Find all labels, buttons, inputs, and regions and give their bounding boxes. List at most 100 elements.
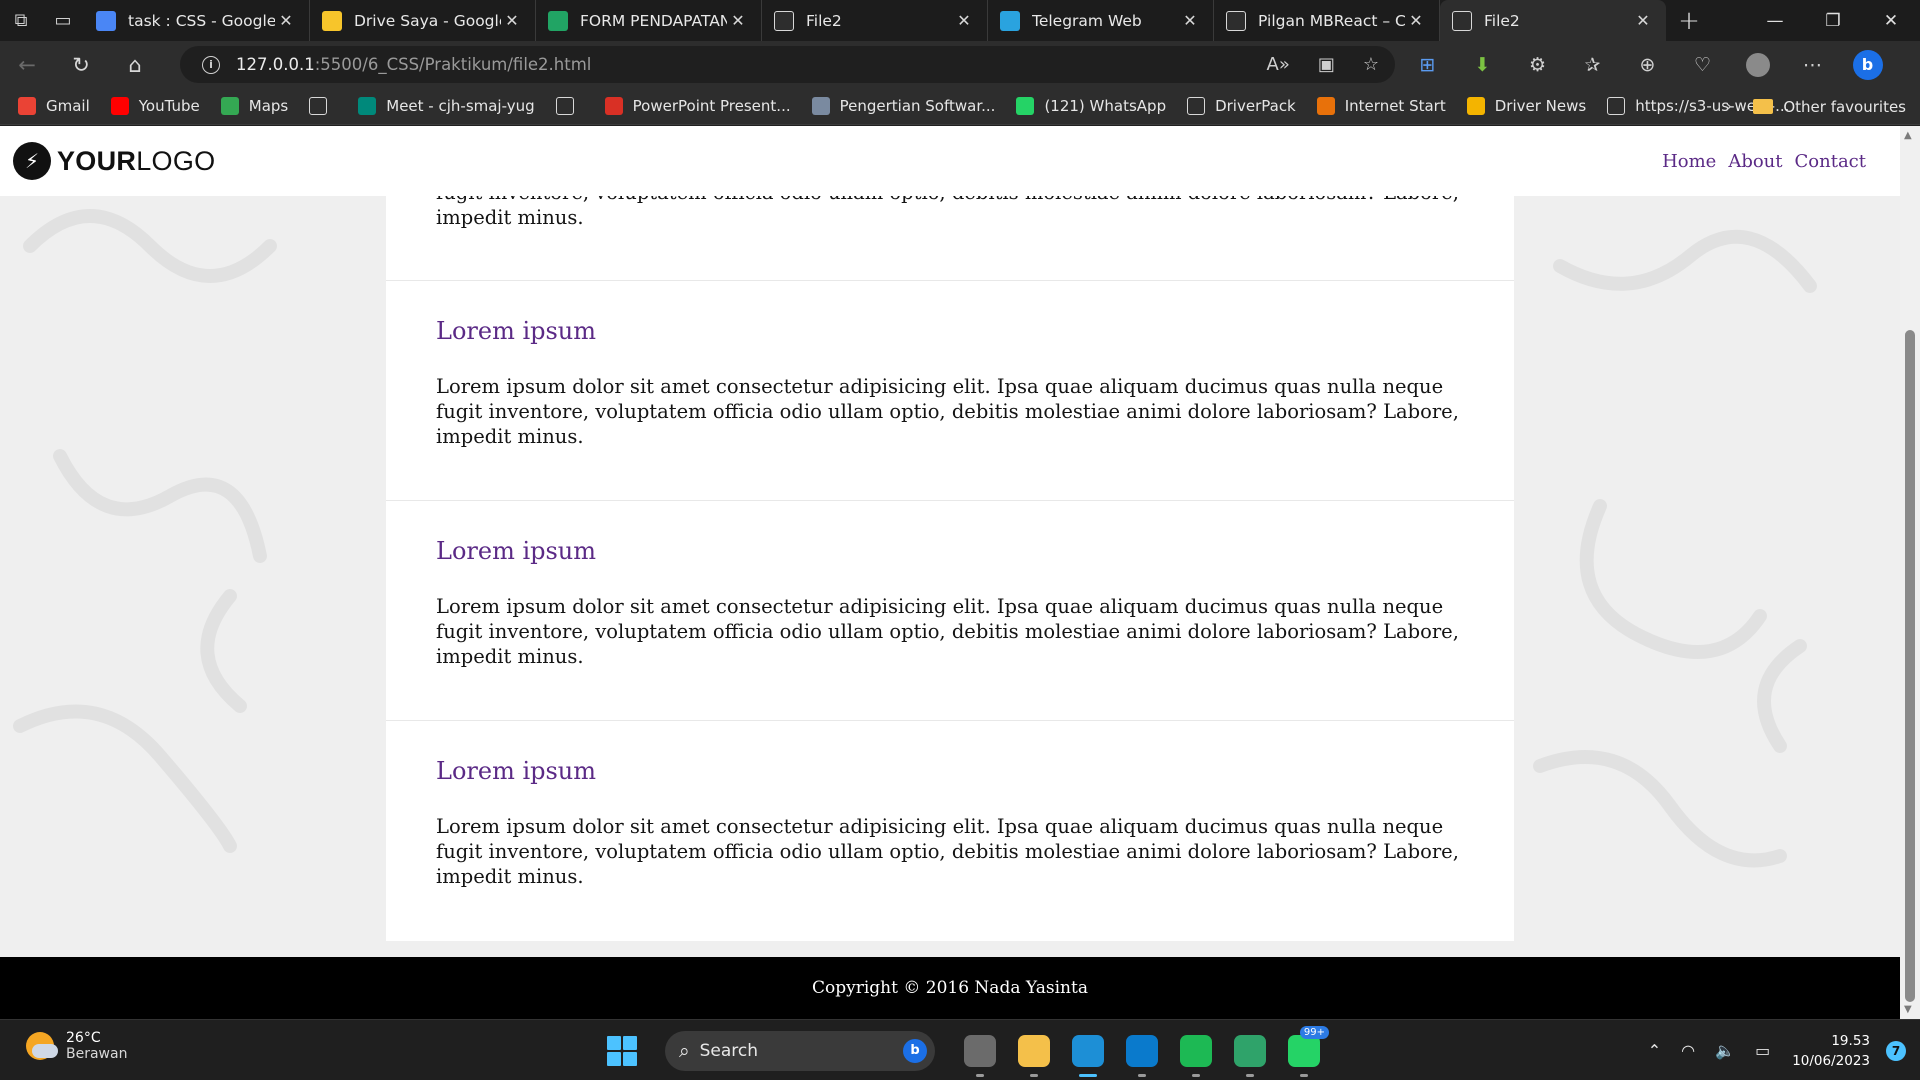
favorite-item[interactable]: Maps <box>220 97 289 115</box>
collections-icon[interactable]: ⊕ <box>1620 41 1675 88</box>
extensions-icon[interactable]: ⚙ <box>1510 41 1565 88</box>
chevron-right-icon[interactable]: › <box>1725 88 1732 125</box>
favorite-item[interactable]: PowerPoint Present... <box>604 97 791 115</box>
site-logo[interactable]: ⚡ YOURLOGO <box>13 142 215 180</box>
favorite-label: Gmail <box>46 97 90 115</box>
close-tab-icon[interactable]: ✕ <box>727 11 749 30</box>
restore-icon[interactable]: ❐ <box>1804 0 1862 41</box>
favorite-item[interactable]: Meet - cjh-smaj-yug <box>358 97 535 115</box>
browser-tab[interactable]: File2 ✕ <box>762 0 988 41</box>
youtube-icon <box>110 97 129 115</box>
page-scrollbar[interactable]: ▲ ▼ <box>1900 126 1920 1019</box>
site-info-icon[interactable]: i <box>202 55 220 74</box>
close-tab-icon[interactable]: ✕ <box>953 11 975 30</box>
article-body: Lorem ipsum dolor sit amet consectetur a… <box>436 375 1459 448</box>
favorite-label: Maps <box>248 97 289 115</box>
vscode-icon <box>1126 1034 1158 1067</box>
taskbar-app[interactable]: 99+ <box>1277 1020 1331 1080</box>
start-icon[interactable] <box>607 1035 637 1066</box>
close-window-icon[interactable]: ✕ <box>1862 0 1920 41</box>
browser-essentials-icon[interactable]: ♡ <box>1675 41 1730 88</box>
favorite-item[interactable]: Pengertian Softwar... <box>811 97 995 115</box>
nav-link-home[interactable]: Home <box>1662 151 1716 172</box>
bing-icon[interactable]: b <box>903 1038 927 1063</box>
url-text[interactable]: 127.0.0.1:5500/6_CSS/Praktikum/file2.htm… <box>236 55 591 74</box>
clock[interactable]: 19.53 10/06/2023 <box>1792 1031 1870 1071</box>
more-options-icon[interactable]: ⋯ <box>1785 41 1840 88</box>
taskbar-app[interactable] <box>1169 1020 1223 1080</box>
volume-icon[interactable]: 🔈 <box>1715 1041 1735 1060</box>
url-path: :5500/6_CSS/Praktikum/file2.html <box>314 55 592 74</box>
taskbar-app[interactable] <box>1223 1020 1277 1080</box>
taskbar-app[interactable] <box>1115 1020 1169 1080</box>
main-content: fugit inventore, voluptatem officia odio… <box>386 126 1514 941</box>
translate-icon[interactable]: ⊞ <box>1400 41 1455 88</box>
article-title: Lorem ipsum <box>436 317 597 345</box>
browser-tab[interactable]: task : CSS - Google D✕ <box>84 0 310 41</box>
favorite-item[interactable]: DriverPack <box>1187 97 1296 115</box>
minimize-icon[interactable]: — <box>1746 0 1804 41</box>
browser-tab[interactable]: Pilgan MBReact – CS ✕ <box>1214 0 1440 41</box>
bing-copilot-icon[interactable]: b <box>1840 41 1895 88</box>
close-tab-icon[interactable]: ✕ <box>1405 11 1427 30</box>
home-icon[interactable]: ⌂ <box>108 41 162 88</box>
scrollbar-thumb[interactable] <box>1905 330 1915 1002</box>
taskbar-app[interactable] <box>1007 1020 1061 1080</box>
scroll-up-icon[interactable]: ▲ <box>1904 130 1912 141</box>
favorite-item[interactable]: Driver News <box>1466 97 1586 115</box>
app-indicator <box>1300 1074 1308 1077</box>
close-tab-icon[interactable]: ✕ <box>1179 11 1201 30</box>
lightning-bolt-icon: ⚡ <box>13 142 51 180</box>
chevron-up-icon[interactable]: ⌃ <box>1648 1041 1661 1060</box>
workspaces-icon[interactable]: ⧉ <box>0 0 42 41</box>
file-icon <box>309 97 328 115</box>
favorite-label: PowerPoint Present... <box>632 97 791 115</box>
immersive-reader-icon[interactable]: ▣ <box>1318 54 1335 75</box>
taskbar-app[interactable] <box>953 1020 1007 1080</box>
file-icon <box>1607 97 1626 115</box>
browser-tab[interactable]: File2 ✕ <box>1440 0 1666 41</box>
spotify-icon <box>1180 1034 1212 1067</box>
favorites-icon[interactable]: ✰ <box>1565 41 1620 88</box>
tab-label: task : CSS - Google D <box>128 11 275 30</box>
favorite-item[interactable] <box>309 97 337 115</box>
new-tab-button[interactable]: + <box>1666 0 1712 41</box>
browser-tab[interactable]: Telegram Web ✕ <box>988 0 1214 41</box>
refresh-icon[interactable]: ↻ <box>54 41 108 88</box>
nav-link-about[interactable]: About <box>1728 151 1782 172</box>
favorite-item[interactable]: Internet Start <box>1316 97 1446 115</box>
battery-icon[interactable]: ▭ <box>1755 1041 1770 1060</box>
read-aloud-icon[interactable]: A» <box>1267 54 1290 75</box>
notification-badge[interactable]: 7 <box>1886 1040 1906 1061</box>
taskbar-search[interactable]: ⌕ Search b <box>665 1030 935 1071</box>
wifi-icon[interactable]: ◠ <box>1681 1041 1695 1060</box>
weather-widget[interactable]: 26°C Berawan <box>26 1030 127 1062</box>
windows-taskbar: 26°C Berawan ⌕ Search b 99+ ⌃ ◠ 🔈 ▭ 19.5… <box>0 1019 1920 1080</box>
favorite-item[interactable] <box>555 97 584 115</box>
download-extension-icon[interactable]: ⬇ <box>1455 41 1510 88</box>
close-tab-icon[interactable]: ✕ <box>1632 11 1654 30</box>
taskbar-app[interactable] <box>1061 1020 1115 1080</box>
clock-time: 19.53 <box>1831 1032 1870 1049</box>
favorite-item[interactable]: (121) WhatsApp <box>1016 97 1166 115</box>
tab-actions-icon[interactable]: ▭ <box>42 0 84 41</box>
close-tab-icon[interactable]: ✕ <box>501 11 523 30</box>
folder-icon <box>1753 99 1774 114</box>
site-footer: Copyright © 2016 Nada Yasinta <box>0 957 1900 1019</box>
address-bar[interactable]: i 127.0.0.1:5500/6_CSS/Praktikum/file2.h… <box>180 46 1395 83</box>
other-favourites-folder[interactable]: Other favourites <box>1753 88 1906 125</box>
scroll-down-icon[interactable]: ▼ <box>1904 1004 1912 1015</box>
profile-avatar[interactable] <box>1730 41 1785 88</box>
add-favorite-icon[interactable]: ☆ <box>1363 54 1379 75</box>
browser-tab[interactable]: FORM PENDAPATAN ✕ <box>536 0 762 41</box>
pdf-icon <box>604 97 623 115</box>
google-sheets-icon <box>548 10 568 31</box>
article-body: Lorem ipsum dolor sit amet consectetur a… <box>436 595 1459 668</box>
back-icon[interactable]: ← <box>0 41 54 88</box>
tab-strip: ⧉ ▭ task : CSS - Google D✕Drive Saya - G… <box>0 0 1920 41</box>
favorite-item[interactable]: Gmail <box>18 97 90 115</box>
close-tab-icon[interactable]: ✕ <box>275 11 297 30</box>
browser-tab[interactable]: Drive Saya - Google D✕ <box>310 0 536 41</box>
favorite-item[interactable]: YouTube <box>110 97 200 115</box>
nav-link-contact[interactable]: Contact <box>1795 151 1866 172</box>
